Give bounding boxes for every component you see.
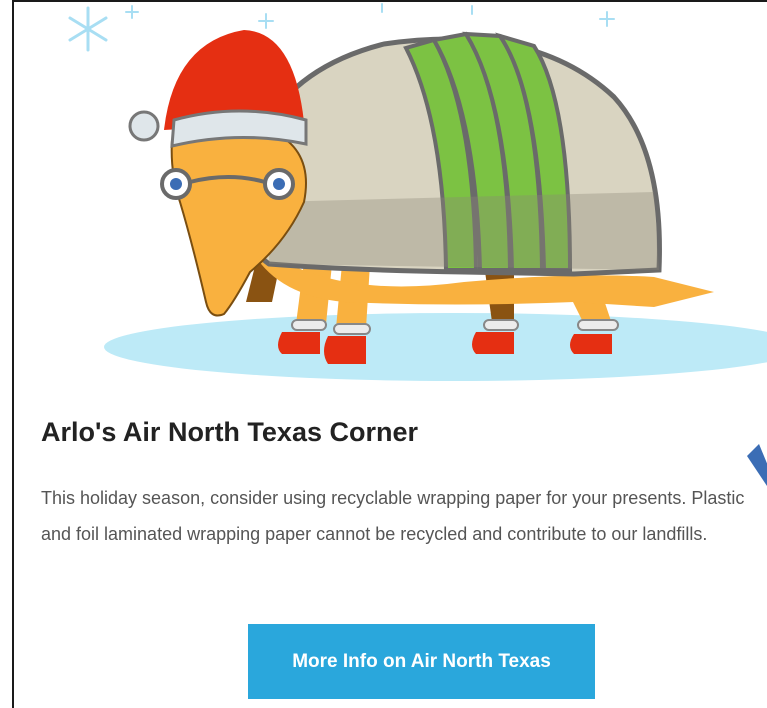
snowflake-icon xyxy=(68,6,108,52)
arrow-pointer-icon xyxy=(747,444,767,486)
more-info-button[interactable]: More Info on Air North Texas xyxy=(248,624,595,699)
armadillo-illustration xyxy=(68,3,767,381)
snowflake-icon xyxy=(125,3,615,29)
body-text: This holiday season, consider using recy… xyxy=(41,488,745,544)
ground-shadow xyxy=(104,313,767,381)
armadillo-head xyxy=(170,122,307,317)
armadillo-shell-shading xyxy=(269,192,659,270)
newsletter-card: Arlo's Air North Texas Corner This holid… xyxy=(12,0,767,708)
santa-hat-icon xyxy=(128,30,308,148)
headline: Arlo's Air North Texas Corner xyxy=(41,417,418,447)
